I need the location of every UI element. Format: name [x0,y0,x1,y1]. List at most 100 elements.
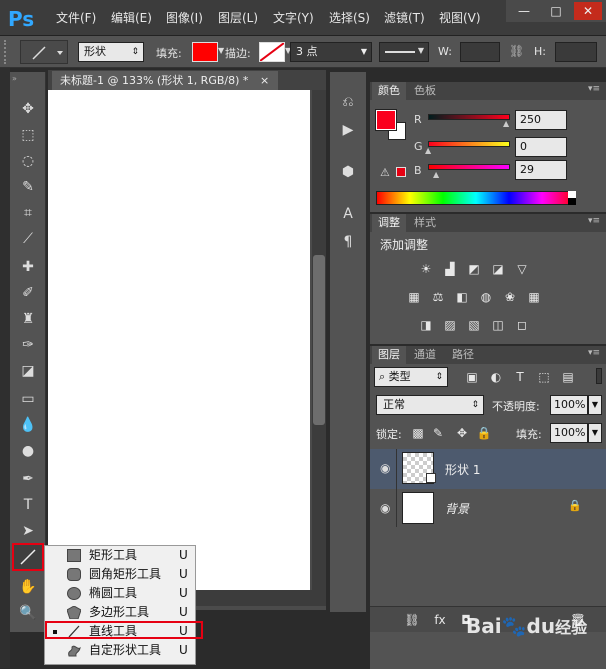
invert-icon[interactable]: ◨ [418,318,434,332]
fill-swatch[interactable] [192,42,218,62]
document-canvas[interactable] [48,90,310,590]
quick-select-tool-icon[interactable]: ✎ [16,176,40,198]
eraser-tool-icon[interactable]: ◪ [16,360,40,382]
slider-thumb-icon[interactable]: ▲ [503,119,509,128]
layer-name[interactable]: 背景 [445,500,469,517]
black-white-ramp[interactable] [568,191,576,205]
flyout-item-polygon[interactable]: 多边形工具 U [45,603,195,622]
vibrance-icon[interactable]: ▽ [514,262,530,276]
path-select-icon[interactable]: ➤ [16,520,40,542]
posterize-icon[interactable]: ▨ [442,318,458,332]
link-layers-icon[interactable]: ⛓ [404,613,420,627]
lock-pixels-icon[interactable]: ✎ [430,426,446,440]
hue-saturation-icon[interactable]: ▦ [406,290,422,304]
tab-adjustments[interactable]: 调整 [372,214,406,232]
r-input[interactable]: 250 [515,110,567,130]
tab-styles[interactable]: 样式 [408,214,442,232]
menu-view[interactable]: 视图(V) [439,10,481,26]
grip-handle[interactable] [4,40,12,64]
history-icon[interactable]: ⎌ [338,94,358,110]
actions-icon[interactable]: ▶ [338,122,358,138]
paragraph-icon[interactable]: ¶ [338,234,358,250]
menu-file[interactable]: 文件(F) [56,10,96,26]
fill-input[interactable]: 100% [550,423,588,443]
character-icon[interactable]: A [338,206,358,222]
lock-all-icon[interactable]: 🔒 [476,426,492,440]
layer-row-background[interactable]: ◉ 背景 🔒 [370,489,606,527]
chevron-down-icon[interactable]: ▼ [588,395,602,415]
flyout-item-rectangle[interactable]: 矩形工具 U [45,546,195,565]
marquee-tool-icon[interactable]: ⬚ [16,124,40,146]
layer-name[interactable]: 形状 1 [445,461,480,478]
blend-mode-select[interactable]: 正常 ⇕ [376,395,484,415]
layer-filter-select[interactable]: ⌕ 类型 ⇕ [374,367,448,387]
g-input[interactable]: 0 [515,137,567,157]
panel-menu-icon[interactable]: ▾≡ [588,348,600,358]
photo-filter-icon[interactable]: ◍ [478,290,494,304]
b-input[interactable]: 29 [515,160,567,180]
link-icon[interactable]: ⛓ [509,44,525,58]
3d-icon[interactable]: ⬢ [338,164,358,180]
minimize-button[interactable]: — [510,2,538,20]
type-tool-icon[interactable]: T [16,494,40,516]
history-brush-icon[interactable]: ✑ [16,334,40,356]
width-input[interactable] [460,42,500,62]
tool-preset-picker[interactable] [20,40,68,64]
scrollbar-thumb[interactable] [313,255,325,425]
stroke-swatch[interactable] [259,42,285,62]
brightness-icon[interactable]: ☀ [418,262,434,276]
gamut-warning-icon[interactable]: ⚠ [380,166,390,179]
slider-thumb-icon[interactable]: ▲ [425,146,431,155]
menu-layer[interactable]: 图层(L) [218,10,258,26]
blur-tool-icon[interactable]: 💧 [16,414,40,436]
panel-menu-icon[interactable]: ▾≡ [588,216,600,226]
color-lookup-icon[interactable]: ▦ [526,290,542,304]
smart-object-filter-icon[interactable]: ▤ [560,370,576,384]
healing-brush-icon[interactable]: ✚ [16,256,40,278]
menu-select[interactable]: 选择(S) [329,10,370,26]
eye-icon[interactable]: ◉ [380,461,390,475]
flyout-item-custom-shape[interactable]: 自定形状工具 U [45,641,195,660]
gradient-tool-icon[interactable]: ▭ [16,388,40,410]
r-slider[interactable] [428,114,510,120]
clone-stamp-icon[interactable]: ♜ [16,308,40,330]
exposure-icon[interactable]: ◪ [490,262,506,276]
mode-select[interactable]: 形状 ⇕ [78,42,144,62]
pen-tool-icon[interactable]: ✒ [16,468,40,490]
menu-type[interactable]: 文字(Y) [273,10,314,26]
layer-row-shape[interactable]: ◉ 形状 1 [370,449,606,489]
b-slider[interactable] [428,164,510,170]
stroke-type-select[interactable]: ▼ [379,42,429,62]
line-tool-button[interactable] [12,543,44,571]
menu-edit[interactable]: 编辑(E) [111,10,152,26]
g-slider[interactable] [428,141,510,147]
dodge-tool-icon[interactable]: ● [16,440,40,462]
tab-channels[interactable]: 通道 [408,346,442,364]
maximize-button[interactable]: □ [542,2,570,20]
gamut-swatch[interactable] [396,167,406,177]
gradient-map-icon[interactable]: ◫ [490,318,506,332]
chevron-down-icon[interactable]: ▼ [588,423,602,443]
close-tab-icon[interactable]: × [260,71,269,90]
flyout-item-rounded-rectangle[interactable]: 圆角矩形工具 U [45,565,195,584]
tab-color[interactable]: 颜色 [372,82,406,100]
lasso-tool-icon[interactable]: ◌ [16,150,40,172]
channel-mixer-icon[interactable]: ❀ [502,290,518,304]
eye-icon[interactable]: ◉ [380,501,390,515]
shape-filter-icon[interactable]: ⬚ [536,370,552,384]
opacity-input[interactable]: 100% [550,395,588,415]
lock-position-icon[interactable]: ✥ [454,426,470,440]
type-filter-icon[interactable]: T [512,370,528,384]
brush-tool-icon[interactable]: ✐ [16,282,40,304]
tab-layers[interactable]: 图层 [372,346,406,364]
menu-image[interactable]: 图像(I) [166,10,203,26]
color-balance-icon[interactable]: ⚖ [430,290,446,304]
adjustment-filter-icon[interactable]: ◐ [488,370,504,384]
curves-icon[interactable]: ◩ [466,262,482,276]
black-white-icon[interactable]: ◧ [454,290,470,304]
threshold-icon[interactable]: ▧ [466,318,482,332]
height-input[interactable] [555,42,597,62]
slider-thumb-icon[interactable]: ▲ [433,170,439,179]
flyout-item-ellipse[interactable]: 椭圆工具 U [45,584,195,603]
move-tool-icon[interactable]: ✥ [16,98,40,120]
